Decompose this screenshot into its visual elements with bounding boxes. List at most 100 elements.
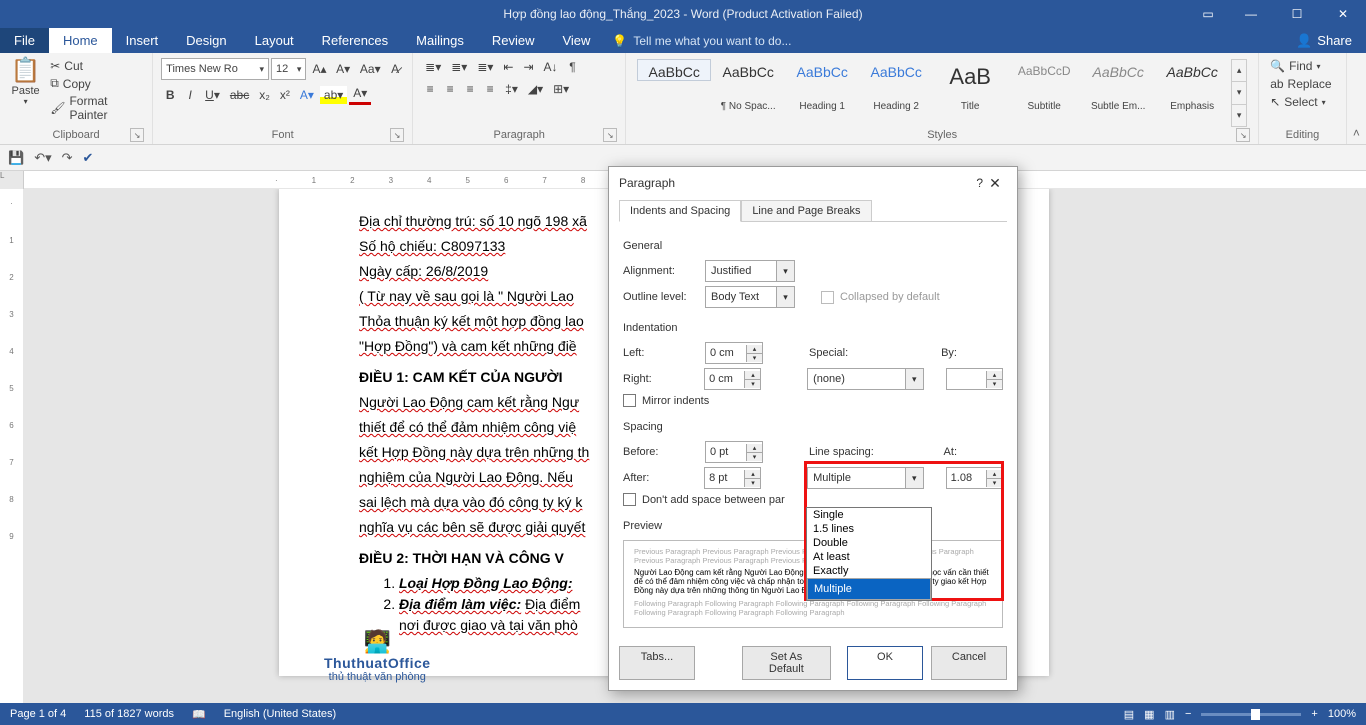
line-spacing-dropdown[interactable]: Single 1.5 lines Double At least Exactly… — [806, 507, 932, 601]
option-multiple[interactable]: Multiple — [807, 578, 931, 600]
by-spinner[interactable]: ▴▾ — [946, 368, 1003, 390]
option-single[interactable]: Single — [807, 508, 931, 522]
styles-more-button[interactable]: ▴▾▾ — [1231, 59, 1247, 127]
bold-button[interactable]: B — [161, 86, 179, 104]
line-spacing-button[interactable]: ‡▾ — [501, 80, 522, 98]
clear-formatting-button[interactable]: A̷ — [386, 60, 404, 78]
align-left-button[interactable]: ≡ — [421, 80, 439, 98]
numbering-button[interactable]: ≣▾ — [447, 58, 471, 76]
replace-button[interactable]: abReplace — [1267, 76, 1338, 92]
decrease-indent-button[interactable]: ⇤ — [499, 58, 517, 76]
tab-view[interactable]: View — [548, 28, 604, 53]
cancel-button[interactable]: Cancel — [931, 646, 1007, 680]
indent-right-spinner[interactable]: 0 cm▴▾ — [704, 368, 761, 390]
bullets-button[interactable]: ≣▾ — [421, 58, 445, 76]
tab-file[interactable]: File — [0, 28, 49, 53]
web-layout-button[interactable]: ▥ — [1165, 708, 1175, 721]
style-heading1[interactable]: AaBbCcHeading 1 — [785, 59, 859, 117]
grow-font-button[interactable]: A▴ — [308, 60, 330, 78]
paste-button[interactable]: 📋Paste▾ — [8, 56, 43, 106]
style-emphasis[interactable]: AaBbCcEmphasis — [1155, 59, 1229, 117]
styles-gallery[interactable]: AaBbCc¶ Normal AaBbCc¶ No Spac... AaBbCc… — [634, 56, 1250, 127]
dont-add-space-checkbox[interactable] — [623, 493, 636, 506]
style-title[interactable]: AaBTitle — [933, 59, 1007, 117]
tabs-button[interactable]: Tabs... — [619, 646, 695, 680]
find-button[interactable]: 🔍Find▾ — [1267, 58, 1338, 74]
tab-home[interactable]: Home — [49, 28, 112, 53]
borders-button[interactable]: ⊞▾ — [549, 80, 573, 98]
style-heading2[interactable]: AaBbCcHeading 2 — [859, 59, 933, 117]
style-normal[interactable]: AaBbCc¶ Normal — [637, 59, 711, 81]
cut-button[interactable]: ✂Cut — [47, 58, 144, 74]
before-spinner[interactable]: 0 pt▴▾ — [705, 441, 763, 463]
zoom-slider[interactable] — [1201, 713, 1301, 716]
font-color-button[interactable]: A▾ — [349, 84, 371, 105]
minimize-button[interactable]: ― — [1228, 0, 1274, 28]
indent-left-spinner[interactable]: 0 cm▴▾ — [705, 342, 763, 364]
shading-button[interactable]: ◢▾ — [524, 80, 547, 98]
dialog-close-button[interactable]: ✕ — [983, 175, 1007, 192]
sort-button[interactable]: A↓ — [540, 58, 562, 76]
zoom-out-button[interactable]: − — [1185, 708, 1191, 720]
shrink-font-button[interactable]: A▾ — [332, 60, 354, 78]
style-subtitle[interactable]: AaBbCcDSubtitle — [1007, 59, 1081, 117]
mirror-indents-checkbox[interactable] — [623, 394, 636, 407]
style-subtle-emphasis[interactable]: AaBbCcSubtle Em... — [1081, 59, 1155, 117]
style-no-spacing[interactable]: AaBbCc¶ No Spac... — [711, 59, 785, 117]
dialog-help-button[interactable]: ? — [976, 176, 983, 190]
tab-line-page-breaks[interactable]: Line and Page Breaks — [741, 200, 871, 222]
font-launcher[interactable]: ↘ — [390, 128, 404, 142]
outline-level-select[interactable]: Body Text▾ — [705, 286, 795, 308]
strike-button[interactable]: abc — [226, 86, 253, 104]
tab-layout[interactable]: Layout — [241, 28, 308, 53]
option-double[interactable]: Double — [807, 536, 931, 550]
multilevel-button[interactable]: ≣▾ — [473, 58, 497, 76]
after-spinner[interactable]: 8 pt▴▾ — [704, 467, 761, 489]
option-1-5-lines[interactable]: 1.5 lines — [807, 522, 931, 536]
zoom-level[interactable]: 100% — [1328, 708, 1356, 720]
select-button[interactable]: ↖Select▾ — [1267, 94, 1338, 110]
align-center-button[interactable]: ≡ — [441, 80, 459, 98]
italic-button[interactable]: I — [181, 86, 199, 104]
print-layout-button[interactable]: ▦ — [1144, 708, 1154, 721]
spelling-icon[interactable]: ✔ — [83, 150, 94, 166]
language-indicator[interactable]: English (United States) — [224, 708, 337, 720]
maximize-button[interactable]: ☐ — [1274, 0, 1320, 28]
format-painter-button[interactable]: 🖌Format Painter — [47, 93, 144, 123]
align-right-button[interactable]: ≡ — [461, 80, 479, 98]
read-mode-button[interactable]: ▤ — [1124, 708, 1134, 721]
share-button[interactable]: 👤Share — [1282, 28, 1366, 53]
undo-button[interactable]: ↶▾ — [34, 150, 51, 166]
special-indent-select[interactable]: (none)▾ — [807, 368, 924, 390]
collapse-ribbon-button[interactable]: ˄ — [1347, 53, 1366, 144]
show-marks-button[interactable]: ¶ — [564, 58, 582, 76]
at-spinner[interactable]: 1.08▴▾ — [946, 467, 1003, 489]
subscript-button[interactable]: x₂ — [255, 86, 274, 104]
change-case-button[interactable]: Aa▾ — [356, 60, 384, 78]
superscript-button[interactable]: x² — [276, 86, 294, 104]
justify-button[interactable]: ≡ — [481, 80, 499, 98]
line-spacing-select[interactable]: Multiple▾ — [807, 467, 924, 489]
paragraph-launcher[interactable]: ↘ — [603, 128, 617, 142]
save-icon[interactable]: 💾 — [8, 150, 24, 166]
option-exactly[interactable]: Exactly — [807, 564, 931, 578]
tab-insert[interactable]: Insert — [112, 28, 173, 53]
tab-references[interactable]: References — [308, 28, 402, 53]
font-name-combo[interactable]: Times New Ro▾ — [161, 58, 269, 80]
ok-button[interactable]: OK — [847, 646, 923, 680]
ruler-vertical[interactable]: ·123456789 — [0, 189, 24, 703]
spellcheck-icon[interactable]: 📖 — [192, 708, 206, 721]
text-effects-button[interactable]: A▾ — [296, 86, 318, 104]
redo-button[interactable]: ↷ — [62, 150, 73, 166]
word-count[interactable]: 115 of 1827 words — [84, 708, 174, 720]
underline-button[interactable]: U▾ — [201, 86, 224, 104]
tell-me[interactable]: 💡Tell me what you want to do... — [612, 28, 791, 53]
option-at-least[interactable]: At least — [807, 550, 931, 564]
tab-mailings[interactable]: Mailings — [402, 28, 478, 53]
increase-indent-button[interactable]: ⇥ — [519, 58, 537, 76]
tab-indents-spacing[interactable]: Indents and Spacing — [619, 200, 741, 222]
copy-button[interactable]: ⧉Copy — [47, 75, 144, 92]
set-default-button[interactable]: Set As Default — [742, 646, 831, 680]
alignment-select[interactable]: Justified▾ — [705, 260, 795, 282]
ribbon-display-options-icon[interactable]: ▭ — [1188, 0, 1228, 28]
